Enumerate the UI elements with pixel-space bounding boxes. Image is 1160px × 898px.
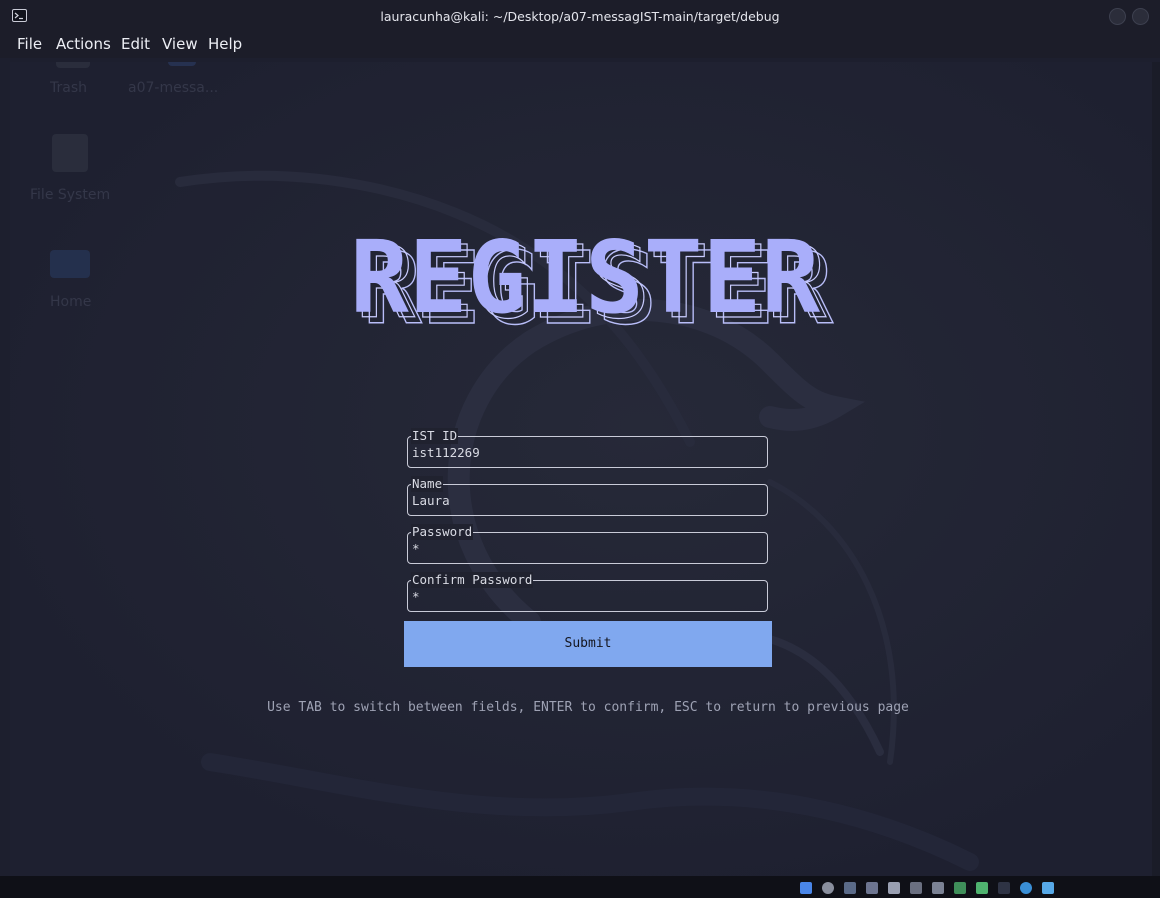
tray-drive-icon[interactable] bbox=[910, 882, 922, 894]
tray-display-icon[interactable] bbox=[932, 882, 944, 894]
tray-status-icon[interactable] bbox=[954, 882, 966, 894]
ist-id-value: ist112269 bbox=[412, 445, 480, 460]
menu-actions[interactable]: Actions bbox=[56, 35, 111, 53]
password-value: * bbox=[412, 541, 420, 556]
folder-ghost-label: a07-messa... bbox=[128, 80, 219, 96]
filesystem-ghost-label: File System bbox=[30, 187, 111, 203]
menu-help[interactable]: Help bbox=[208, 35, 242, 53]
trash-ghost-icon bbox=[56, 62, 90, 68]
terminal-area[interactable]: Trash a07-messa... File System Home REGI… bbox=[10, 62, 1160, 876]
folder-ghost-icon bbox=[168, 62, 196, 66]
terminal-window: lauracunha@kali: ~/Desktop/a07-messagIST… bbox=[0, 0, 1160, 898]
tray-misc-icon[interactable] bbox=[998, 882, 1010, 894]
ist-id-label: IST ID bbox=[411, 428, 459, 444]
tray-check-icon[interactable] bbox=[976, 882, 988, 894]
menu-edit[interactable]: Edit bbox=[121, 35, 150, 53]
confirm-password-value: * bbox=[412, 589, 420, 604]
tray-folder-icon[interactable] bbox=[844, 882, 856, 894]
name-label: Name bbox=[411, 476, 444, 492]
ist-id-field[interactable]: IST ID ist112269 bbox=[407, 428, 768, 468]
window-title: lauracunha@kali: ~/Desktop/a07-messagIST… bbox=[380, 9, 780, 24]
name-value: Laura bbox=[412, 493, 450, 508]
name-field[interactable]: Name Laura bbox=[407, 476, 768, 516]
home-ghost-label: Home bbox=[50, 294, 92, 310]
password-label: Password bbox=[411, 524, 474, 540]
keyboard-hint: Use TAB to switch between fields, ENTER … bbox=[267, 700, 909, 715]
filesystem-ghost-icon bbox=[52, 134, 88, 172]
tray-globe-icon[interactable] bbox=[1020, 882, 1032, 894]
menu-bar: File Actions Edit View Help bbox=[0, 32, 1160, 58]
tray-disc-icon[interactable] bbox=[822, 882, 834, 894]
password-field[interactable]: Password * bbox=[407, 524, 768, 564]
menu-view[interactable]: View bbox=[162, 35, 198, 53]
tray-network-icon[interactable] bbox=[888, 882, 900, 894]
confirm-password-label: Confirm Password bbox=[411, 572, 534, 588]
taskbar bbox=[0, 876, 1160, 898]
title-bar[interactable]: lauracunha@kali: ~/Desktop/a07-messagIST… bbox=[0, 0, 1160, 32]
tray-chat-icon[interactable] bbox=[1042, 882, 1054, 894]
trash-ghost-label: Trash bbox=[50, 80, 87, 96]
banner-fill: REGISTER bbox=[350, 232, 821, 332]
maximize-button[interactable] bbox=[1132, 8, 1149, 25]
register-banner: REGISTER REGISTER REGISTER bbox=[350, 232, 834, 332]
tray-app-icon[interactable] bbox=[800, 882, 812, 894]
scrollbar[interactable] bbox=[1152, 62, 1160, 876]
confirm-password-field[interactable]: Confirm Password * bbox=[407, 572, 768, 612]
tray-window-icon[interactable] bbox=[866, 882, 878, 894]
submit-button[interactable]: Submit bbox=[404, 621, 772, 667]
wallpaper-dragon bbox=[10, 62, 1160, 876]
home-ghost-icon bbox=[50, 250, 90, 278]
menu-file[interactable]: File bbox=[17, 35, 42, 53]
minimize-button[interactable] bbox=[1109, 8, 1126, 25]
